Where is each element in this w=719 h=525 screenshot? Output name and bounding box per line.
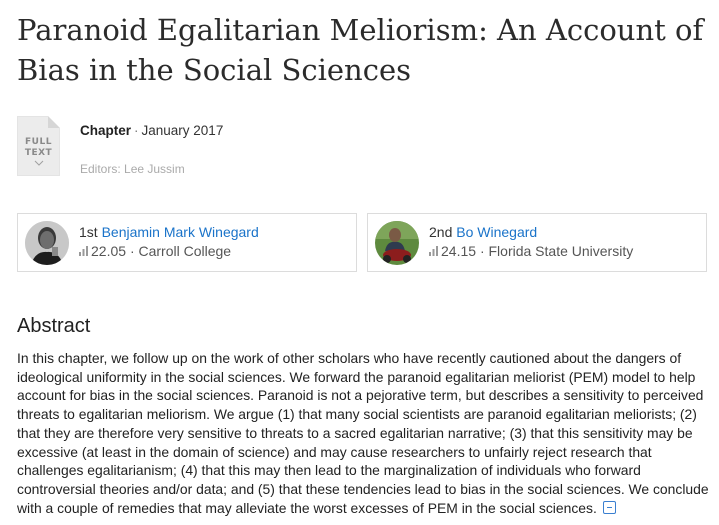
- author-score: 22.05: [91, 243, 127, 259]
- avatar[interactable]: [375, 221, 419, 265]
- meta-separator: ·: [129, 243, 135, 259]
- author-position: 2nd: [429, 224, 453, 240]
- author-meta: 22.05 · Carroll College: [79, 242, 231, 260]
- author-name-line: 1st Benjamin Mark Winegard: [79, 223, 259, 241]
- avatar[interactable]: [25, 221, 69, 265]
- page-title: Paranoid Egalitarian Meliorism: An Accou…: [17, 13, 704, 87]
- meta-separator: ·: [479, 243, 485, 259]
- publication-meta: Chapter · January 2017: [80, 121, 223, 141]
- author-score: 24.15: [441, 243, 477, 259]
- chevron-down-icon: [18, 159, 59, 169]
- publication-type: Chapter: [80, 123, 132, 138]
- author-affiliation: Florida State University: [488, 243, 634, 259]
- meta-separator: ·: [134, 123, 139, 138]
- author-meta: 24.15 · Florida State University: [429, 242, 633, 260]
- author-position: 1st: [79, 224, 98, 240]
- page-fold-icon: [48, 116, 60, 128]
- abstract-heading: Abstract: [17, 315, 91, 337]
- publication-date: January 2017: [141, 123, 224, 138]
- editors: Editors: Lee Jussim: [80, 162, 185, 176]
- author-card[interactable]: 2nd Bo Winegard 24.15 · Florida State Un…: [367, 213, 707, 272]
- author-name-link[interactable]: Benjamin Mark Winegard: [102, 224, 259, 240]
- collapse-icon[interactable]: [602, 500, 616, 514]
- score-bars-icon: [79, 242, 88, 260]
- author-affiliation: Carroll College: [138, 243, 232, 259]
- author-card[interactable]: 1st Benjamin Mark Winegard 22.05 · Carro…: [17, 213, 357, 272]
- full-text-button[interactable]: FULL TEXT: [17, 116, 60, 176]
- abstract-body: In this chapter, we follow up on the wor…: [17, 350, 709, 516]
- full-text-label: FULL TEXT: [24, 137, 53, 158]
- author-name-line: 2nd Bo Winegard: [429, 223, 537, 241]
- author-name-link[interactable]: Bo Winegard: [456, 224, 537, 240]
- score-bars-icon: [429, 242, 438, 260]
- abstract-text: In this chapter, we follow up on the wor…: [17, 349, 714, 517]
